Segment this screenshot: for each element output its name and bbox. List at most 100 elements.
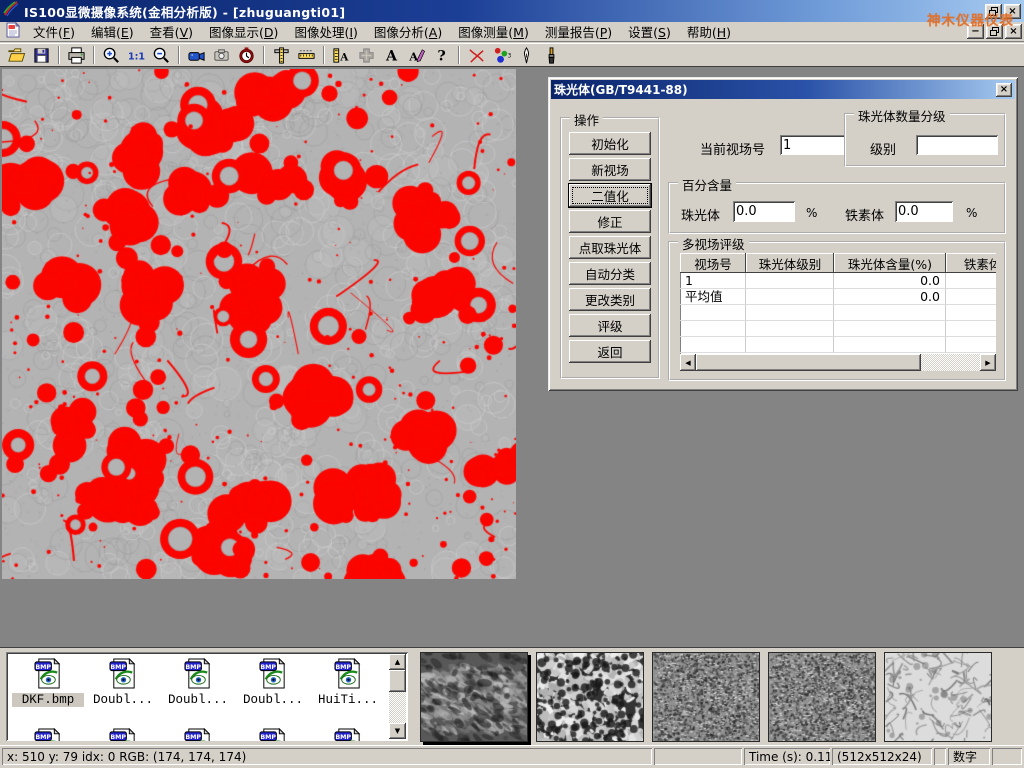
snapshot-camera-button[interactable]	[209, 44, 234, 66]
print-button[interactable]	[64, 44, 89, 66]
window-restore-button[interactable]	[985, 4, 1002, 19]
text-annotation-button[interactable]: A	[379, 44, 404, 66]
menu-图像测量m[interactable]: 图像测量(M)	[450, 20, 537, 43]
menu-图像显示d[interactable]: 图像显示(D)	[201, 20, 286, 43]
zoom-out-button[interactable]	[149, 44, 174, 66]
file-item-partial[interactable]: BMP	[312, 728, 384, 741]
scrollbar-thumb[interactable]	[696, 354, 921, 371]
menu-编辑e[interactable]: 编辑(E)	[83, 20, 142, 43]
curve-tool-icon	[467, 46, 486, 65]
file-item-partial[interactable]: BMP	[162, 728, 234, 741]
file-item-partial[interactable]: BMP	[237, 728, 309, 741]
pen-tool-button[interactable]	[514, 44, 539, 66]
table-row[interactable]	[680, 305, 996, 321]
dialog-title-bar: 珠光体(GB/T9441-88) ×	[551, 80, 1015, 99]
file-item-Doubl[interactable]: BMPDoubl...	[237, 658, 309, 707]
scroll-up-button[interactable]: ▲	[389, 654, 406, 670]
main-image-canvas[interactable]	[2, 69, 516, 579]
toolbar-separator	[93, 46, 95, 64]
file-item-partial[interactable]: BMP	[87, 728, 159, 741]
open-file-button[interactable]	[4, 44, 29, 66]
op-button-新视场[interactable]: 新视场	[569, 158, 651, 181]
thumbnail-2[interactable]	[536, 652, 644, 742]
menu-设置s[interactable]: 设置(S)	[620, 20, 679, 43]
scroll-left-button[interactable]: ◀	[680, 354, 696, 371]
grade-level-input[interactable]	[916, 135, 998, 155]
pearlite-percent-input[interactable]	[733, 201, 795, 222]
op-button-二值化[interactable]: 二值化	[569, 184, 651, 207]
file-item-DKFbmp[interactable]: BMPDKF.bmp	[12, 658, 84, 707]
op-button-评级[interactable]: 评级	[569, 314, 651, 337]
op-button-初始化[interactable]: 初始化	[569, 132, 651, 155]
op-button-自动分类[interactable]: 自动分类	[569, 262, 651, 285]
zoom-in-button[interactable]	[99, 44, 124, 66]
op-button-点取珠光体[interactable]: 点取珠光体	[569, 236, 651, 259]
file-item-HuiTi[interactable]: BMPHuiTi...	[312, 658, 384, 707]
brush-tool-button[interactable]	[539, 44, 564, 66]
scroll-down-button[interactable]: ▼	[389, 723, 406, 739]
mdi-restore-button[interactable]	[986, 24, 1003, 39]
mdi-minimize-button[interactable]: −	[967, 24, 984, 39]
ferrite-percent-unit: %	[966, 206, 977, 220]
op-button-修正[interactable]: 修正	[569, 210, 651, 233]
thumbnail-4[interactable]	[768, 652, 876, 742]
ferrite-percent-label: 铁素体	[845, 205, 884, 224]
status-bar: x: 510 y: 79 idx: 0 RGB: (174, 174, 174)…	[0, 745, 1024, 768]
file-name: Doubl...	[87, 693, 159, 707]
column-header[interactable]: 珠光体级别	[746, 253, 834, 273]
table-cell	[834, 321, 946, 337]
one-to-one-button[interactable]: 1:1	[124, 44, 149, 66]
menu-图像处理i[interactable]: 图像处理(I)	[286, 20, 365, 43]
video-camera-button[interactable]	[184, 44, 209, 66]
grid-cross-button[interactable]	[354, 44, 379, 66]
measure-label-button[interactable]: A	[329, 44, 354, 66]
menu-测量报告p[interactable]: 测量报告(P)	[537, 20, 620, 43]
thumbnail-1[interactable]	[420, 652, 528, 742]
op-button-返回[interactable]: 返回	[569, 340, 651, 363]
file-name: HuiTi...	[312, 693, 384, 707]
table-row[interactable]	[680, 321, 996, 337]
table-row[interactable]: 10.0	[680, 273, 996, 289]
timer-clock-button[interactable]	[234, 44, 259, 66]
dialog-close-button[interactable]: ×	[996, 83, 1012, 97]
caliper-button[interactable]	[269, 44, 294, 66]
edit-annotation-button[interactable]: A	[404, 44, 429, 66]
help-button[interactable]: ?	[429, 44, 454, 66]
op-button-更改类别[interactable]: 更改类别	[569, 288, 651, 311]
column-header[interactable]: 珠光体含量(%)	[834, 253, 946, 273]
save-icon	[32, 46, 51, 65]
toolbar-separator	[323, 46, 325, 64]
mdi-close-button[interactable]: ×	[1005, 24, 1022, 39]
status-empty-3	[992, 748, 1022, 765]
document-icon[interactable]	[5, 22, 21, 42]
class-balls-button[interactable]: 3	[489, 44, 514, 66]
file-item-partial[interactable]: BMP	[12, 728, 84, 741]
current-field-input[interactable]	[780, 135, 846, 155]
file-list[interactable]: ▲ ▼ BMPDKF.bmpBMPDoubl...BMPDoubl...BMPD…	[6, 652, 408, 741]
curve-tool-button[interactable]	[464, 44, 489, 66]
ruler-button[interactable]	[294, 44, 319, 66]
file-item-Doubl[interactable]: BMPDoubl...	[87, 658, 159, 707]
ferrite-percent-input[interactable]	[895, 201, 953, 222]
scrollbar-thumb[interactable]	[389, 670, 406, 692]
save-button[interactable]	[29, 44, 54, 66]
table-row[interactable]: 平均值0.0	[680, 289, 996, 305]
file-list-scrollbar[interactable]: ▲ ▼	[389, 654, 406, 739]
table-cell	[946, 305, 996, 321]
menu-查看v[interactable]: 查看(V)	[142, 20, 201, 43]
file-item-Doubl[interactable]: BMPDoubl...	[162, 658, 234, 707]
menu-文件f[interactable]: 文件(F)	[25, 20, 83, 43]
table-row[interactable]	[680, 337, 996, 353]
menu-帮助h[interactable]: 帮助(H)	[679, 20, 739, 43]
menu-图像分析a[interactable]: 图像分析(A)	[366, 20, 450, 43]
scrollbar-track[interactable]	[921, 354, 980, 371]
table-horizontal-scrollbar[interactable]: ◀ ▶	[680, 354, 996, 371]
thumbnail-3[interactable]	[652, 652, 760, 742]
scroll-right-button[interactable]: ▶	[980, 354, 996, 371]
column-header[interactable]: 铁素体含量(%)	[946, 253, 996, 273]
rating-table[interactable]: 视场号珠光体级别珠光体含量(%)铁素体含量(%) 10.0平均值0.0 ◀ ▶	[680, 253, 996, 371]
window-close-button[interactable]: ×	[1004, 4, 1021, 19]
column-header[interactable]: 视场号	[680, 253, 746, 273]
svg-text:BMP: BMP	[335, 734, 351, 741]
thumbnail-5[interactable]	[884, 652, 992, 742]
